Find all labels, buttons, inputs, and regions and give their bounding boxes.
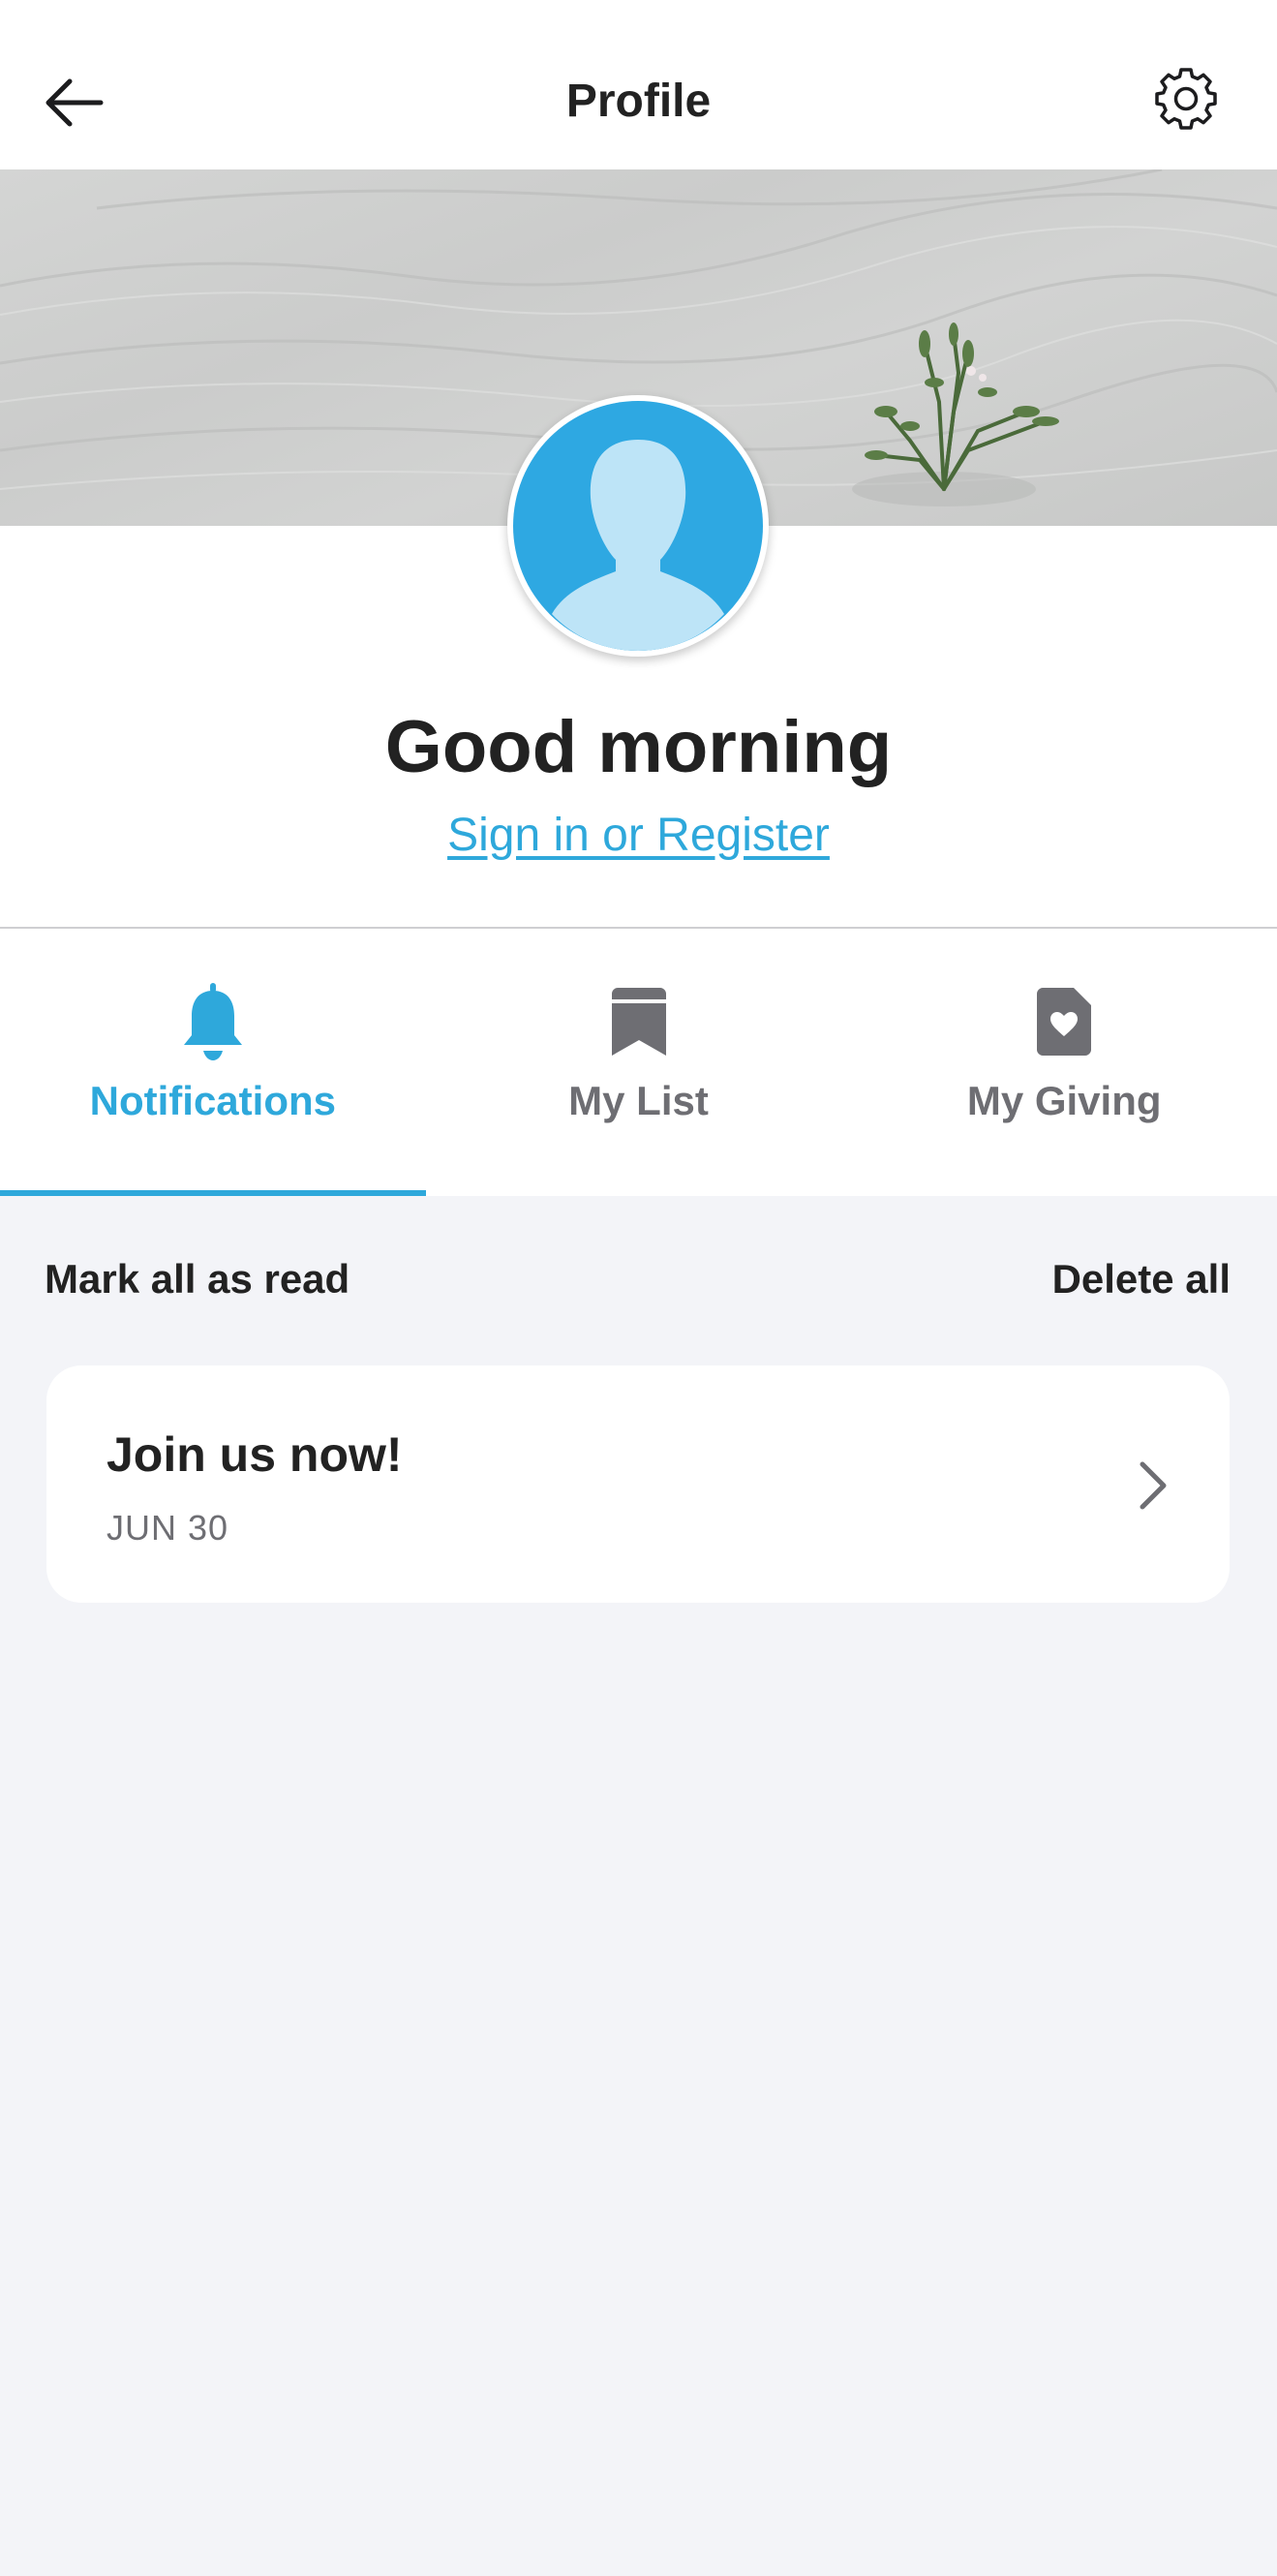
page-title: Profile <box>565 76 712 127</box>
tab-label: My Giving <box>966 1078 1162 1123</box>
mark-all-read-button[interactable]: Mark all as read <box>45 1254 350 1304</box>
tab-notifications[interactable]: Notifications <box>0 929 426 1196</box>
notification-title: Join us now! <box>106 1427 403 1482</box>
active-tab-indicator <box>0 1190 426 1196</box>
tab-label: My List <box>568 1078 709 1123</box>
chevron-right-icon <box>1140 1461 1167 1510</box>
tab-my-giving[interactable]: My Giving <box>851 929 1277 1196</box>
notification-date: JUN 30 <box>106 1508 229 1548</box>
greeting-heading: Good morning <box>384 706 893 788</box>
tab-my-list[interactable]: My List <box>426 929 852 1196</box>
sign-in-register-link-wrapper: Sign in or Register <box>0 807 1277 865</box>
gear-icon <box>1155 68 1217 130</box>
delete-all-button[interactable]: Delete all <box>1052 1254 1231 1304</box>
user-silhouette-icon <box>552 440 724 651</box>
settings-button[interactable] <box>1147 60 1225 138</box>
notification-card[interactable]: Join us now! JUN 30 <box>46 1365 1230 1603</box>
avatar[interactable] <box>507 395 769 657</box>
bookmark-icon <box>611 988 666 1056</box>
profile-tabs: Notifications My List My Giving <box>0 929 1277 1196</box>
top-navigation-bar: Profile <box>0 0 1277 169</box>
heart-document-icon <box>1037 988 1092 1056</box>
sign-in-register-link[interactable]: Sign in or Register <box>447 810 830 861</box>
tab-label: Notifications <box>89 1078 336 1123</box>
bell-icon <box>183 983 242 1060</box>
